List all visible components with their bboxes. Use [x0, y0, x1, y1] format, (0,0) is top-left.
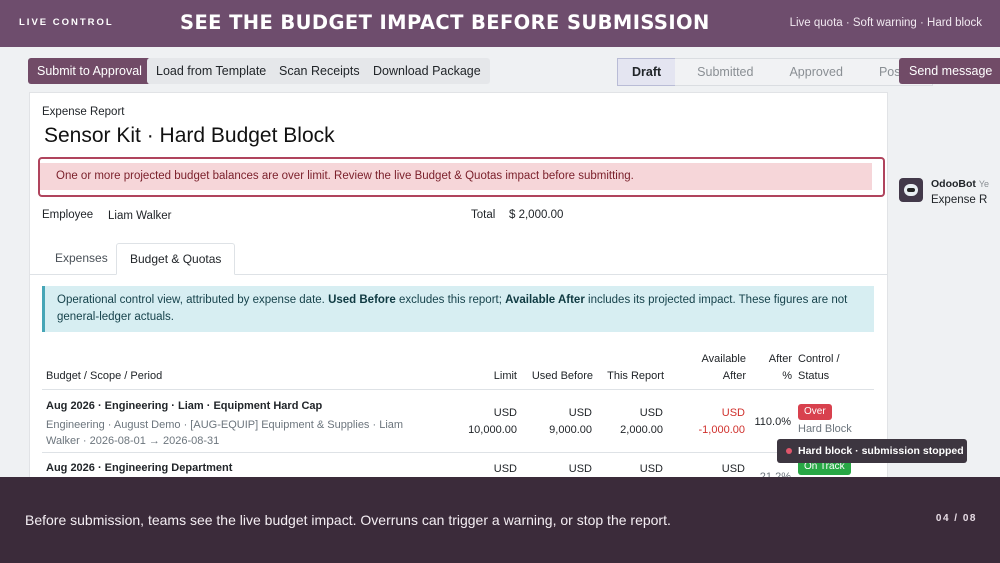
- this-report-currency: USD: [639, 407, 663, 419]
- total-label: Total: [471, 209, 496, 221]
- status-pipeline: Draft Submitted Approved Posted: [617, 58, 933, 86]
- chatter-author-name: OdooBot: [931, 178, 976, 190]
- stage-draft[interactable]: Draft: [617, 58, 676, 86]
- tooltip-dot-icon: [786, 448, 792, 454]
- stage-approved[interactable]: Approved: [767, 58, 857, 86]
- limit-currency-2: USD: [493, 463, 517, 475]
- after-pct-value-2: 21.2%: [759, 471, 791, 477]
- hard-block-tooltip: Hard block · submission stopped: [777, 439, 967, 463]
- send-message-button[interactable]: Send message: [899, 58, 1000, 84]
- col-control-header-1: Control /: [798, 353, 840, 365]
- caption-bar: Before submission, teams see the live bu…: [0, 477, 1000, 563]
- col-limit-header: Limit: [493, 370, 517, 382]
- slide-headline: SEE THE BUDGET IMPACT BEFORE SUBMISSION: [180, 11, 710, 34]
- col-used-header: Used Before: [531, 370, 593, 382]
- after-pct-value: 110.0%: [754, 416, 792, 428]
- budget-row-period: Walker · 2026-08-01 → 2026-08-31: [46, 435, 220, 447]
- col-available-header-1: Available: [701, 353, 746, 365]
- col-control-header-2: Status: [798, 370, 830, 382]
- budget-row-name[interactable]: Aug 2026 · Engineering · Liam · Equipmen…: [46, 400, 322, 412]
- tagline: Live quota · Soft warning · Hard block: [789, 17, 982, 29]
- load-from-template-button[interactable]: Load from Template: [147, 58, 276, 84]
- used-currency: USD: [568, 407, 592, 419]
- stage-submitted[interactable]: Submitted: [675, 58, 768, 86]
- this-report-currency-2: USD: [639, 463, 663, 475]
- report-title: Sensor Kit · Hard Budget Block: [44, 124, 335, 147]
- form-sheet: Expense Report Sensor Kit · Hard Budget …: [29, 92, 888, 477]
- employee-label: Employee: [42, 209, 94, 221]
- col-pct-header-2: %: [782, 370, 792, 382]
- slide-pager: 04 / 08: [935, 513, 977, 524]
- chatter-message: Expense R: [931, 194, 988, 206]
- report-type-label: Expense Report: [42, 106, 125, 118]
- chatter-author: OdooBot Ye: [931, 178, 989, 190]
- info-banner: Operational control view, attributed by …: [42, 286, 874, 332]
- info-text-1: Operational control view, attributed by …: [57, 294, 329, 306]
- chatter-time: Ye: [978, 179, 990, 189]
- slide-caption: Before submission, teams see the live bu…: [25, 512, 671, 528]
- brand-label: LIVE CONTROL: [19, 17, 114, 28]
- this-report-value: 2,000.00: [620, 424, 663, 436]
- limit-currency: USD: [493, 407, 517, 419]
- app-stage: Submit to Approval Load from Template Sc…: [0, 47, 1000, 477]
- col-this-header: This Report: [607, 370, 664, 382]
- col-pct-header-1: After: [768, 353, 792, 365]
- over-limit-alert: One or more projected budget balances ar…: [40, 163, 872, 190]
- form-tabs: Expenses Budget & Quotas: [30, 243, 887, 275]
- download-package-button[interactable]: Download Package: [364, 58, 490, 84]
- tooltip-text: Hard block · submission stopped: [798, 445, 964, 457]
- row-divider: [42, 452, 874, 453]
- available-currency-2: USD: [721, 463, 745, 475]
- table-header-divider: [42, 389, 874, 390]
- info-text-2: excludes this report;: [395, 294, 506, 306]
- available-currency: USD: [721, 407, 745, 419]
- employee-field[interactable]: Liam Walker: [108, 210, 171, 222]
- submit-to-approval-button[interactable]: Submit to Approval: [28, 58, 151, 84]
- col-available-header-2: After: [722, 370, 746, 382]
- used-currency-2: USD: [568, 463, 592, 475]
- info-available-after: Available After: [505, 294, 585, 306]
- scan-receipts-button[interactable]: Scan Receipts: [270, 58, 369, 84]
- used-value: 9,000.00: [549, 424, 592, 436]
- tab-budget-quotas[interactable]: Budget & Quotas: [116, 243, 236, 275]
- budget-row-scope: Engineering · August Demo · [AUG-EQUIP] …: [46, 419, 404, 431]
- col-scope-header: Budget / Scope / Period: [46, 370, 163, 382]
- limit-value: 10,000.00: [468, 424, 517, 436]
- total-value: $ 2,000.00: [509, 209, 564, 221]
- available-after-value: -1,000.00: [698, 424, 745, 436]
- control-hard-block: Hard Block: [798, 423, 852, 435]
- info-used-before: Used Before: [328, 294, 396, 306]
- status-badge-over: Over: [798, 404, 832, 420]
- budget-row-name-2[interactable]: Aug 2026 · Engineering Department: [46, 462, 232, 474]
- avatar-eye-icon: [907, 188, 915, 192]
- top-banner: LIVE CONTROL SEE THE BUDGET IMPACT BEFOR…: [0, 0, 1000, 47]
- tab-expenses[interactable]: Expenses: [42, 243, 121, 273]
